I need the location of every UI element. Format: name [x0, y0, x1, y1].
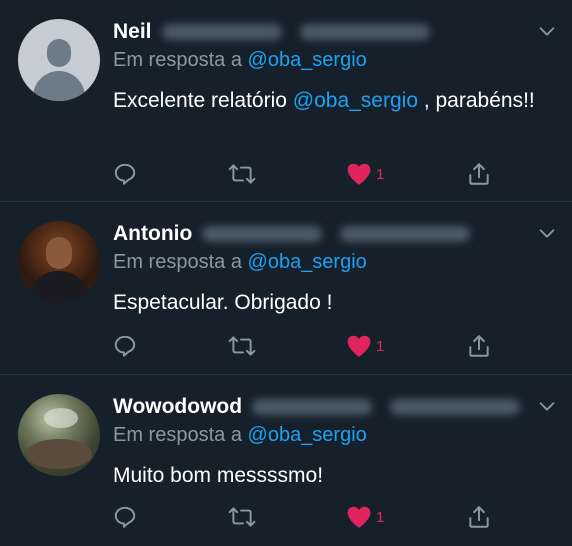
avatar-body — [28, 271, 90, 303]
reply-context: Em resposta a @oba_sergio — [113, 49, 367, 72]
chevron-down-icon[interactable] — [536, 222, 558, 244]
reply-prefix: Em resposta a — [113, 424, 242, 446]
tweet-actions: 1 — [0, 330, 572, 362]
share-icon — [469, 506, 489, 528]
tweet-text: Excelente relatório @oba_sergio , parabé… — [113, 86, 543, 116]
blurred-date — [390, 399, 521, 415]
avatar[interactable] — [18, 221, 100, 303]
heart-icon — [347, 335, 371, 357]
share-button[interactable] — [466, 158, 492, 190]
heart-icon — [347, 506, 371, 528]
blurred-date — [340, 226, 471, 242]
reply-button[interactable] — [112, 158, 138, 190]
share-button[interactable] — [466, 501, 492, 533]
like-count: 1 — [376, 337, 385, 355]
reply-icon — [114, 163, 136, 185]
heart-icon — [347, 163, 371, 185]
tweet-actions: 1 — [0, 158, 572, 190]
retweet-button[interactable] — [228, 501, 256, 533]
share-icon — [469, 163, 489, 185]
tweet-text-part: , parabéns!! — [418, 89, 535, 112]
share-icon — [469, 335, 489, 357]
author-name[interactable]: Antonio — [113, 222, 192, 246]
retweet-icon — [228, 336, 256, 356]
reply-button[interactable] — [112, 501, 138, 533]
reply-context: Em resposta a @oba_sergio — [113, 251, 367, 274]
tweet-actions: 1 — [0, 501, 572, 533]
retweet-icon — [228, 507, 256, 527]
like-button[interactable]: 1 — [346, 158, 384, 190]
avatar-detail — [26, 439, 92, 469]
tweet-header: Wowodowod — [113, 392, 521, 422]
like-button[interactable]: 1 — [346, 501, 384, 533]
reply-to-mention[interactable]: @oba_sergio — [248, 251, 367, 273]
like-count: 1 — [376, 165, 385, 183]
tweet-mention[interactable]: @oba_sergio — [293, 89, 418, 112]
retweet-button[interactable] — [228, 330, 256, 362]
blurred-handle — [202, 226, 323, 242]
chevron-down-icon[interactable] — [536, 395, 558, 417]
avatar-detail — [44, 408, 78, 428]
chevron-down-icon[interactable] — [536, 20, 558, 42]
reply-prefix: Em resposta a — [113, 251, 242, 273]
blurred-handle — [161, 24, 282, 40]
tweet-header: Neil — [113, 17, 430, 47]
reply-icon — [114, 506, 136, 528]
author-name[interactable]: Wowodowod — [113, 395, 242, 419]
like-button[interactable]: 1 — [346, 330, 384, 362]
avatar[interactable] — [18, 394, 100, 476]
reply-icon — [114, 335, 136, 357]
avatar[interactable] — [18, 19, 100, 101]
tweet-reply[interactable]: Wowodowod Em resposta a @oba_sergio Muit… — [0, 375, 572, 546]
retweet-icon — [228, 164, 256, 184]
like-count: 1 — [376, 508, 385, 526]
reply-context: Em resposta a @oba_sergio — [113, 424, 367, 447]
share-button[interactable] — [466, 330, 492, 362]
tweet-text: Muito bom messssmo! — [113, 464, 324, 487]
avatar-shoulders — [33, 71, 85, 101]
tweet-text-part: Excelente relatório — [113, 89, 293, 112]
tweet-reply[interactable]: Neil Em resposta a @oba_sergio Excelente… — [0, 0, 572, 202]
avatar-head — [47, 39, 71, 67]
reply-button[interactable] — [112, 330, 138, 362]
blurred-handle — [252, 399, 373, 415]
reply-prefix: Em resposta a — [113, 49, 242, 71]
blurred-date — [299, 24, 430, 40]
reply-to-mention[interactable]: @oba_sergio — [248, 49, 367, 71]
tweet-reply[interactable]: Antonio Em resposta a @oba_sergio Espeta… — [0, 202, 572, 375]
avatar-face — [46, 237, 72, 269]
tweet-text: Espetacular. Obrigado ! — [113, 291, 333, 314]
retweet-button[interactable] — [228, 158, 256, 190]
reply-to-mention[interactable]: @oba_sergio — [248, 424, 367, 446]
tweet-header: Antonio — [113, 219, 471, 249]
author-name[interactable]: Neil — [113, 20, 152, 44]
